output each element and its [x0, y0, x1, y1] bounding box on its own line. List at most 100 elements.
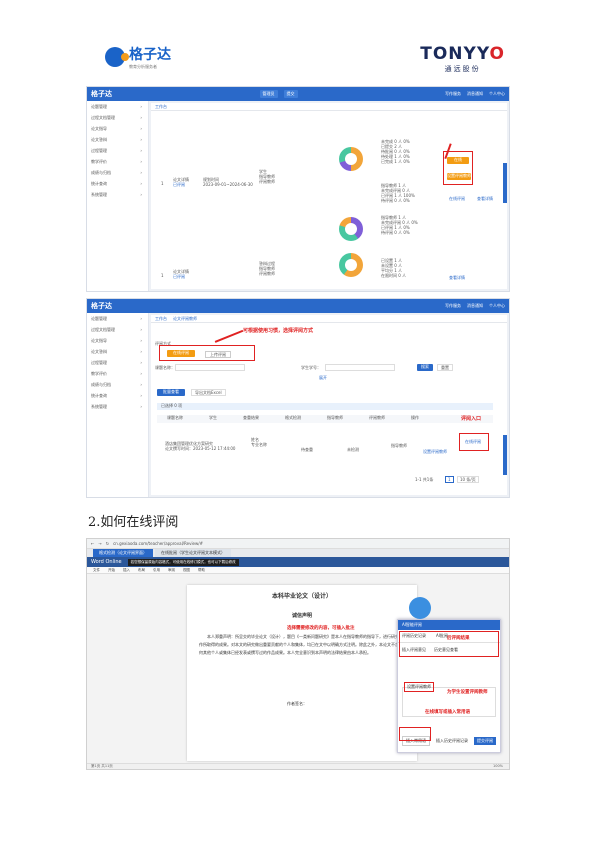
gezida-logo-mark-icon — [105, 47, 129, 67]
set-reviewer-link[interactable]: 设置评阅教师 — [423, 449, 447, 454]
submit-review-button[interactable]: 提交评阅 — [474, 737, 496, 745]
scroll-handle[interactable] — [503, 435, 507, 475]
row-number: 1 — [161, 273, 164, 278]
sidebar-item[interactable]: 成绩与归档 › — [87, 379, 148, 390]
sidebar-item[interactable]: 教学评价 › — [87, 368, 148, 379]
export-button[interactable]: 导出文档Excel — [191, 389, 226, 396]
table-cell-format: 未检测 — [347, 447, 359, 452]
topbar-item[interactable]: 提交 — [283, 90, 298, 98]
table-cell-result: 待查重 — [301, 447, 313, 452]
table-cell-student: 姓名 专业名称 — [251, 437, 267, 447]
forward-icon[interactable]: → — [98, 541, 101, 546]
assistant-avatar-icon[interactable] — [409, 597, 431, 619]
row-plan: 规划时间 2023-09-01~2024-06-30 — [203, 177, 253, 187]
screenshot-word-online: ← → ↻ cn.gexiaoda.com/teacher/approval/R… — [86, 538, 510, 770]
menu-item[interactable]: 视图 — [183, 568, 190, 573]
row-legend: 学生 指导教师 评阅教师 — [259, 169, 275, 184]
row-title: 论文详情 已评阅 — [173, 177, 189, 187]
notice-banner: 若您想保留原始内容格式，可使用在线修订模式，也可以下载后修改 — [127, 558, 239, 566]
url-bar[interactable]: cn.gexiaoda.com/teacher/approval/Review/… — [113, 541, 203, 546]
tab-workbench[interactable]: 工作台 — [155, 104, 167, 110]
set-reviewer-button[interactable]: 设置评阅教师 — [404, 682, 434, 692]
menu-item[interactable]: 插入 — [123, 568, 130, 573]
online-review-link[interactable]: 在线评阅 — [465, 439, 481, 444]
sidebar-item[interactable]: 论题管理 › — [87, 101, 148, 112]
menu-item[interactable]: 帮助 — [198, 568, 205, 573]
gezida-logo-sub: 教育分析服务者 — [129, 64, 157, 69]
sidebar-item[interactable]: 论文答辩 › — [87, 346, 148, 357]
sidebar-item[interactable]: 论题管理 › — [87, 313, 148, 324]
insert-history-button[interactable]: 插入历史评阅记录 — [436, 738, 468, 744]
page-number[interactable]: 1 — [445, 476, 454, 483]
menu-item[interactable]: 引用 — [153, 568, 160, 573]
back-icon[interactable]: ← — [91, 541, 94, 546]
expand-link[interactable]: 展开 — [319, 375, 327, 380]
annotation-review-result: 后评阅结果 — [447, 636, 470, 641]
filter-label: 课题名称： — [155, 365, 175, 370]
document-page[interactable]: 本科毕业论文（设计） 诚信声明 本人郑重声明：所呈交的毕业论文（设计），题目《一… — [187, 585, 417, 761]
view-detail-link[interactable]: 查看详情 — [449, 275, 465, 280]
annotation-set-reviewer: 为学生设置评阅教师 — [447, 690, 488, 695]
menu-item[interactable]: 布局 — [138, 568, 145, 573]
status-zoom: 100% — [492, 764, 503, 768]
page-size-select[interactable]: 10 条/页 — [457, 476, 479, 483]
app-tab[interactable]: 在线批阅（学生论文评阅文本模式） — [155, 549, 231, 557]
tab-reviewer[interactable]: 论文评阅教师 — [173, 316, 197, 322]
sidebar-item[interactable]: 系统管理 › — [87, 401, 148, 412]
menu-item[interactable]: 审阅 — [168, 568, 175, 573]
sidebar-item[interactable]: 论文指导 › — [87, 123, 148, 134]
app-tab[interactable]: 格式检测（论文评阅界面） — [93, 549, 153, 557]
sidebar-item[interactable]: 过程管理 › — [87, 357, 148, 368]
sidebar-item[interactable]: 论文答辩 › — [87, 134, 148, 145]
menu-item[interactable]: 文件 — [93, 568, 100, 573]
gezida-logo: 格子达 教育分析服务者 — [105, 44, 171, 70]
screenshot-review-list: 格子达 写作服务 消息通知 个人中心 论题管理 › 过程文档管理 › 论文指导 › 论… — [86, 298, 510, 498]
course-name-input[interactable] — [175, 364, 245, 371]
screenshot-workbench: 格子达 管理员 提交 写作服务 消息通知 个人中心 论题管理 › 过程文档管理 › … — [86, 86, 510, 292]
sidebar: 论题管理 › 过程文档管理 › 论文指导 › 论文答辩 › 过程管理 › 教学评价 › 成绩… — [87, 313, 149, 497]
table-cell-advisor: 指导教师 — [391, 443, 407, 448]
search-button[interactable]: 搜索 — [417, 364, 433, 371]
sidebar-item[interactable]: 统计查询 › — [87, 390, 148, 401]
status-page: 第1页 共11页 — [91, 764, 113, 768]
donut-chart — [339, 217, 363, 241]
tonyyo-logo: TONYYO 通远股份 — [420, 44, 505, 74]
reset-button[interactable]: 重置 — [437, 364, 453, 371]
sidebar-item[interactable]: 论文指导 › — [87, 335, 148, 346]
sidebar-item[interactable]: 系统管理 › — [87, 189, 148, 200]
reload-icon[interactable]: ↻ — [106, 541, 109, 546]
scroll-handle[interactable] — [503, 163, 507, 203]
online-review-link[interactable]: 在线评阅 — [449, 196, 465, 201]
ribbon-menu: 文件 开始 插入 布局 引用 审阅 视图 帮助 — [87, 567, 509, 574]
sidebar-item[interactable]: 过程文档管理 › — [87, 112, 148, 123]
row-number: 1 — [161, 181, 164, 186]
topbar-right-item[interactable]: 写作服务 — [445, 303, 461, 309]
topbar-right-item[interactable]: 个人中心 — [489, 91, 505, 97]
sidebar-item[interactable]: 统计查询 › — [87, 178, 148, 189]
brand: 格子达 — [91, 302, 112, 310]
set-reviewer-button[interactable]: 设置评阅教师 — [447, 173, 471, 180]
sidebar-item[interactable]: 教学评价 › — [87, 156, 148, 167]
view-detail-link[interactable]: 查看详情 — [477, 196, 493, 201]
menu-item[interactable]: 开始 — [108, 568, 115, 573]
sidebar: 论题管理 › 过程文档管理 › 论文指导 › 论文答辩 › 过程管理 › 教学评价 › 成绩… — [87, 101, 149, 291]
student-id-input[interactable] — [325, 364, 395, 371]
sidebar-item[interactable]: 过程管理 › — [87, 145, 148, 156]
donut-chart — [339, 253, 363, 277]
review-button[interactable]: 在线 — [447, 157, 469, 164]
topbar: 格子达 写作服务 消息通知 个人中心 — [87, 299, 509, 313]
upload-review-mode-button[interactable]: 上传评阅 — [205, 351, 231, 358]
brand: 格子达 — [91, 90, 112, 98]
topbar-right-item[interactable]: 写作服务 — [445, 91, 461, 97]
topbar-right-item[interactable]: 消息通知 — [467, 303, 483, 309]
batch-view-button[interactable]: 批量查看 — [157, 389, 185, 396]
filter-label: 学生学号： — [301, 365, 321, 370]
online-review-mode-button[interactable]: 在线评阅 — [167, 350, 195, 357]
topbar-right-item[interactable]: 个人中心 — [489, 303, 505, 309]
tab-workbench[interactable]: 工作台 — [155, 316, 167, 322]
sidebar-item[interactable]: 成绩与归档 › — [87, 167, 148, 178]
section-title: 2.如何在线评阅 — [88, 515, 179, 530]
topbar-item[interactable]: 管理员 — [259, 90, 278, 98]
topbar-right-item[interactable]: 消息通知 — [467, 91, 483, 97]
sidebar-item[interactable]: 过程文档管理 › — [87, 324, 148, 335]
